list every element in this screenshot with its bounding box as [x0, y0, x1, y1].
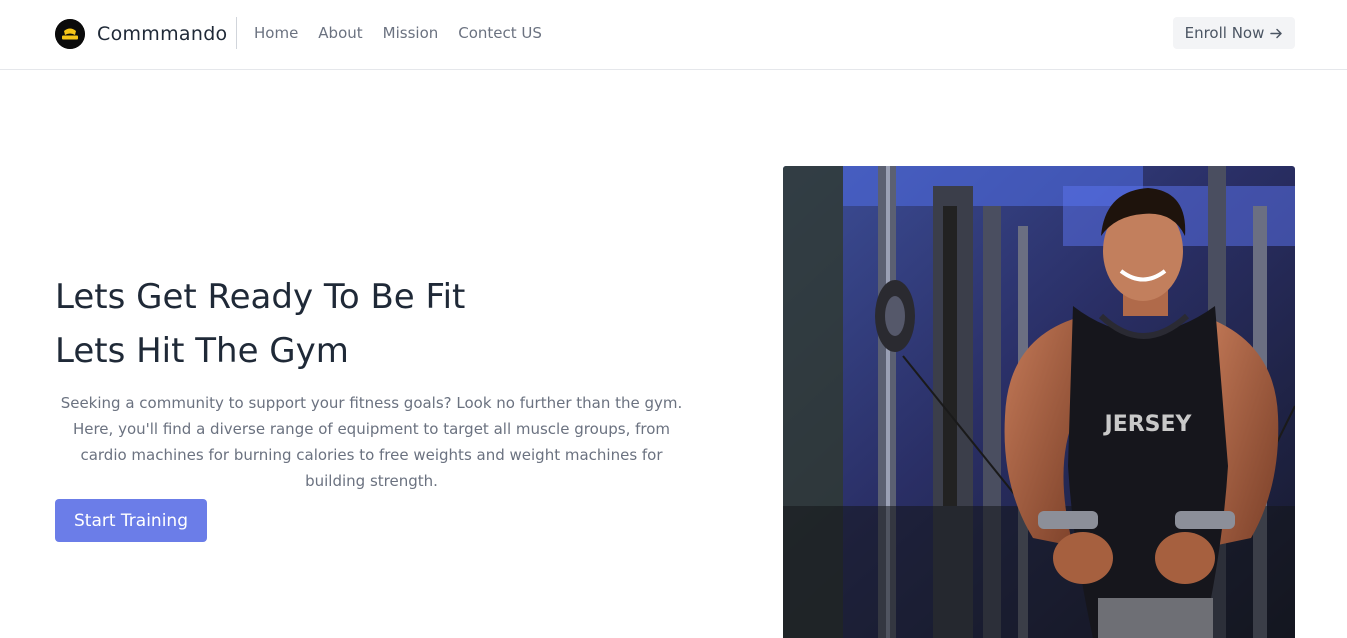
- brand-name: Commmando: [97, 22, 228, 45]
- hero-gym-image: JERSEY: [783, 166, 1295, 638]
- nav-about[interactable]: About: [318, 23, 362, 43]
- start-training-button[interactable]: Start Training: [55, 499, 207, 542]
- site-header: Commmando Home About Mission Contect US …: [0, 0, 1347, 70]
- main-nav: Home About Mission Contect US: [254, 23, 562, 43]
- hero-title-line-2: Lets Hit The Gym: [55, 331, 349, 371]
- hero-title: Lets Get Ready To Be Fit Lets Hit The Gy…: [55, 270, 695, 378]
- arrow-right-icon: [1270, 28, 1283, 38]
- nav-contact[interactable]: Contect US: [458, 23, 542, 43]
- shirt-text: JERSEY: [1103, 412, 1193, 437]
- enroll-now-button[interactable]: Enroll Now: [1173, 17, 1295, 49]
- nav-home[interactable]: Home: [254, 23, 298, 43]
- enroll-now-label: Enroll Now: [1184, 24, 1265, 42]
- hero-description: Seeking a community to support your fitn…: [60, 394, 683, 490]
- hero-title-line-1: Lets Get Ready To Be Fit: [55, 277, 466, 317]
- nav-mission[interactable]: Mission: [383, 23, 439, 43]
- header-divider: [236, 17, 237, 49]
- brand-link[interactable]: Commmando: [55, 18, 228, 49]
- brand-logo: [55, 18, 85, 49]
